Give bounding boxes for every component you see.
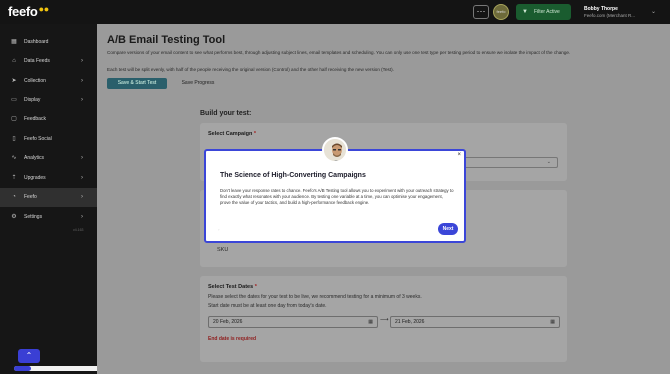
sidebar-item-label: Data Feeds bbox=[24, 58, 50, 64]
chevron-right-icon: › bbox=[81, 78, 83, 84]
guide-avatar bbox=[322, 137, 348, 163]
sidebar-item-label: Feedback bbox=[24, 116, 46, 122]
sidebar-item-settings[interactable]: ⚙ Settings › bbox=[0, 208, 97, 227]
nav-icon: ⚙ bbox=[11, 214, 17, 220]
sku-option[interactable]: SKU bbox=[217, 247, 228, 253]
calendar-icon[interactable]: ▦ bbox=[550, 317, 555, 327]
chevron-right-icon: › bbox=[81, 194, 83, 200]
date-range-arrow: ⟶ bbox=[380, 317, 389, 323]
user-company: Feefo.com (Merchant R... bbox=[584, 13, 636, 18]
save-progress-button[interactable]: Save Progress bbox=[172, 78, 224, 89]
sidebar-item-analytics[interactable]: ∿ Analytics › bbox=[0, 149, 97, 168]
logo-text: feefo bbox=[8, 4, 38, 19]
nav-icon: ∿ bbox=[11, 155, 17, 161]
page-description: Compare versions of your email content t… bbox=[107, 50, 571, 55]
scroll-to-top-button[interactable]: ⌃ bbox=[18, 349, 40, 363]
sidebar-item-collection[interactable]: ➤ Collection › bbox=[0, 72, 97, 91]
user-name: Bobby Thorpe bbox=[584, 6, 618, 12]
chevron-right-icon: › bbox=[81, 214, 83, 220]
sidebar-item-label: Display bbox=[24, 97, 41, 103]
chevron-right-icon: › bbox=[81, 97, 83, 103]
test-dates-help: Please select the dates for your test to… bbox=[208, 294, 422, 300]
test-dates-card: Select Test Dates * Please select the da… bbox=[200, 276, 567, 362]
sidebar-item-upgrades[interactable]: ⇡ Upgrades › bbox=[0, 169, 97, 188]
chevron-right-icon: › bbox=[81, 58, 83, 64]
page-title: A/B Email Testing Tool bbox=[107, 34, 226, 46]
save-and-start-test-button[interactable]: Save & Start Test bbox=[107, 78, 167, 89]
user-account[interactable]: Bobby Thorpe Feefo.com (Merchant R... bbox=[584, 6, 635, 18]
filter-active-button[interactable]: ▼ Filter Active bbox=[516, 4, 571, 20]
sidebar-item-label: Analytics bbox=[24, 155, 45, 161]
more-menu-button[interactable]: ⋯ bbox=[473, 5, 489, 19]
end-date-error: End date is required bbox=[208, 336, 257, 342]
top-bar: feefo●● ⋯ feefo ▼ Filter Active Bobby Tho… bbox=[0, 0, 670, 24]
test-dates-rule: Start date must be at least one day from… bbox=[208, 303, 327, 309]
progress-fill bbox=[14, 366, 31, 371]
sidebar-item-display[interactable]: ▭ Display › bbox=[0, 91, 97, 110]
sidebar-item-label: Feefo bbox=[24, 194, 37, 200]
nav-icon: ⇡ bbox=[11, 175, 17, 181]
nav-icon: ▭ bbox=[11, 97, 17, 103]
nav-icon: ▢ bbox=[11, 116, 17, 122]
merchant-avatar[interactable]: feefo bbox=[493, 4, 509, 20]
sidebar-item-label: Settings bbox=[24, 214, 43, 220]
next-button[interactable]: Next bbox=[438, 223, 458, 235]
nav-icon: ◔ bbox=[12, 194, 16, 200]
build-test-heading: Build your test: bbox=[200, 110, 252, 117]
close-icon[interactable]: × bbox=[457, 152, 461, 158]
end-date-input[interactable]: 21 Feb, 2026 ▦ bbox=[390, 316, 560, 328]
sidebar-item-feefo-social[interactable]: ▯ Feefo Social bbox=[0, 130, 97, 149]
start-date-input[interactable]: 20 Feb, 2026 ▦ bbox=[208, 316, 378, 328]
calendar-icon[interactable]: ▦ bbox=[368, 317, 373, 327]
sidebar-item-dashboard[interactable]: ▦ Dashboard bbox=[0, 33, 97, 52]
nav-icon: ⌂ bbox=[12, 58, 16, 64]
sidebar-item-label: Upgrades bbox=[24, 175, 46, 181]
sidebar-item-label: Collection bbox=[24, 78, 46, 84]
nav-icon: ▯ bbox=[12, 136, 16, 142]
page-description-split: Each test will be split evenly, with hal… bbox=[107, 67, 394, 72]
sidebar-item-label: Dashboard bbox=[24, 39, 49, 45]
app-version: v4.163 bbox=[73, 228, 84, 232]
onboarding-modal: × The Science of High-Converting Campaig… bbox=[204, 149, 466, 243]
chevron-down-icon[interactable]: ⌄ bbox=[651, 8, 656, 15]
chevron-right-icon: › bbox=[81, 175, 83, 181]
sidebar-item-feedback[interactable]: ▢ Feedback bbox=[0, 110, 97, 129]
campaign-heading: Select Campaign * bbox=[208, 131, 256, 137]
logo-dots: ●● bbox=[38, 4, 50, 14]
sidebar-item-label: Feefo Social bbox=[24, 136, 52, 142]
test-dates-heading: Select Test Dates * bbox=[208, 284, 257, 290]
chevron-right-icon: › bbox=[81, 155, 83, 161]
feefo-logo[interactable]: feefo●● bbox=[8, 4, 49, 19]
nav-icon: ➤ bbox=[11, 78, 17, 84]
step-indicator: ◦ bbox=[218, 227, 220, 232]
filter-label: Filter Active bbox=[533, 9, 560, 15]
sidebar-item-data-feeds[interactable]: ⌂ Data Feeds › bbox=[0, 52, 97, 71]
modal-title: The Science of High-Converting Campaigns bbox=[220, 172, 366, 179]
chevron-down-icon: ⌄ bbox=[546, 159, 551, 165]
sidebar-item-feefo[interactable]: ◔ Feefo › bbox=[0, 188, 97, 207]
sidebar: ▦ Dashboard ⌂ Data Feeds › ➤ Collection › ▭ Displ… bbox=[0, 24, 97, 374]
modal-body: Don't leave your response rates to chanc… bbox=[220, 188, 454, 206]
nav-icon: ▦ bbox=[11, 39, 17, 45]
funnel-icon: ▼ bbox=[522, 9, 528, 15]
